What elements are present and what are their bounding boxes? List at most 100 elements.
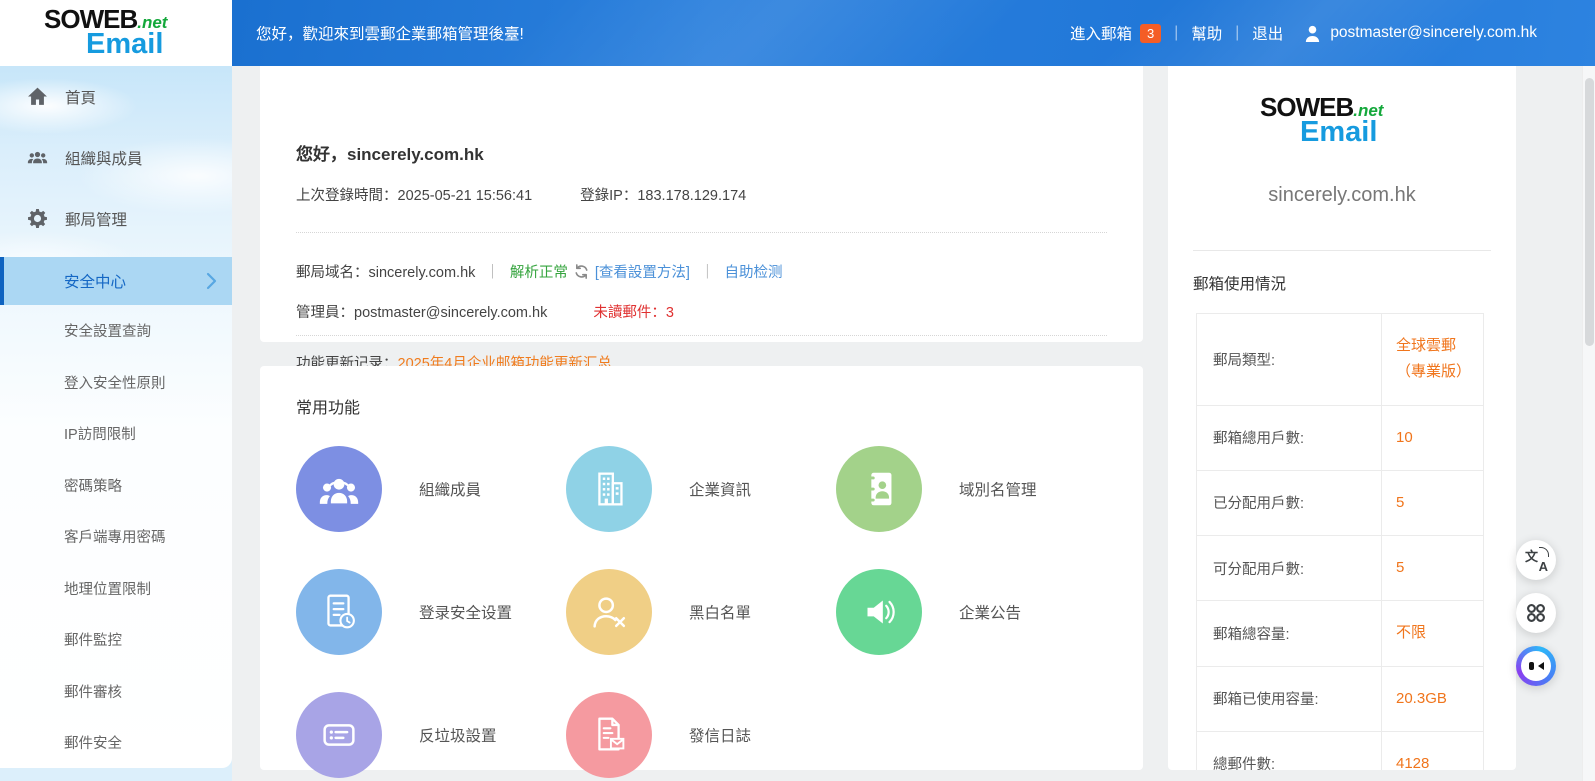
brand-logo: SOWEB.net Email bbox=[0, 0, 232, 66]
divider bbox=[296, 335, 1107, 336]
function-label: 組織成員 bbox=[419, 478, 481, 500]
refresh-icon[interactable] bbox=[574, 264, 589, 283]
usage-value: 5 bbox=[1382, 470, 1484, 535]
function-domain-alias[interactable]: 域別名管理 bbox=[836, 446, 1143, 532]
table-row: 可分配用戶數:5 bbox=[1197, 536, 1484, 601]
sidebar-item-label: 密碼策略 bbox=[64, 475, 122, 496]
antispam-icon bbox=[296, 692, 382, 778]
function-label: 企業資訊 bbox=[689, 478, 751, 500]
logo-text-email: Email bbox=[1168, 118, 1516, 148]
org-members-icon bbox=[296, 446, 382, 532]
sidebar-item-label: 安全設置查詢 bbox=[64, 320, 151, 341]
mailbox-count-badge: 3 bbox=[1140, 24, 1161, 43]
header-divider: | bbox=[1235, 24, 1239, 42]
function-label: 反垃圾設置 bbox=[419, 724, 497, 746]
apps-grid-button[interactable] bbox=[1516, 593, 1556, 633]
usage-label: 可分配用戶數: bbox=[1197, 536, 1382, 601]
sidebar-nav: 首頁 組織與成員 郵局管理 安全中心 安全設置查詢 登入安全性原則 IP訪問限制 bbox=[0, 66, 232, 768]
scrollbar-thumb[interactable] bbox=[1585, 78, 1594, 346]
usage-title: 郵箱使用情況 bbox=[1193, 272, 1286, 294]
table-row: 已分配用戶數:5 bbox=[1197, 470, 1484, 535]
function-announcement[interactable]: 企業公告 bbox=[836, 569, 1143, 655]
assistant-button[interactable] bbox=[1516, 646, 1556, 686]
domain-info-row: 郵局域名：sincerely.com.hk ｜ 解析正常 [查看設置方法] ｜ 自助检测 bbox=[296, 261, 782, 283]
account-menu[interactable]: postmaster@sincerely.com.hk bbox=[1303, 24, 1537, 43]
last-login-value: 2025-05-21 15:56:41 bbox=[398, 188, 533, 204]
sidebar-item-label: 郵件審核 bbox=[64, 681, 122, 702]
floating-buttons: 文 A bbox=[1516, 540, 1556, 686]
sidebar-item-label: 郵件安全 bbox=[64, 732, 122, 753]
self-check-link[interactable]: 自助检测 bbox=[724, 265, 782, 281]
function-company-info[interactable]: 企業資訊 bbox=[566, 446, 836, 532]
black-white-list-icon bbox=[566, 569, 652, 655]
usage-table: 郵局類型:全球雲郵（專業版） 郵箱總用戶數:10 已分配用戶數:5 可分配用戶數… bbox=[1196, 313, 1484, 770]
domain-value: sincerely.com.hk bbox=[369, 265, 476, 281]
translate-button[interactable]: 文 A bbox=[1516, 540, 1556, 580]
function-label: 登录安全设置 bbox=[419, 601, 512, 623]
enter-mailbox-link[interactable]: 進入郵箱 bbox=[1070, 22, 1132, 44]
function-antispam[interactable]: 反垃圾設置 bbox=[296, 692, 566, 778]
sidebar-item-ip-restriction[interactable]: IP訪問限制 bbox=[0, 408, 232, 460]
sidebar-item-security-center[interactable]: 安全中心 bbox=[0, 257, 232, 305]
sidebar-item-mail-admin[interactable]: 郵局管理 bbox=[0, 188, 232, 249]
usage-label: 郵局類型: bbox=[1197, 314, 1382, 406]
sidebar-item-org-members[interactable]: 組織與成員 bbox=[0, 127, 232, 188]
sidebar-item-mail-security[interactable]: 郵件安全 bbox=[0, 717, 232, 768]
function-label: 企業公告 bbox=[959, 601, 1021, 623]
chevron-right-icon bbox=[206, 272, 217, 290]
announcement-icon bbox=[836, 569, 922, 655]
view-setup-link[interactable]: [查看設置方法] bbox=[595, 265, 690, 281]
sidebar-item-label: 組織與成員 bbox=[65, 147, 143, 169]
usage-value: 不限 bbox=[1382, 601, 1484, 666]
sidebar-item-geo-restriction[interactable]: 地理位置限制 bbox=[0, 563, 232, 615]
admin-label: 管理員： bbox=[296, 305, 354, 321]
admin-info-row: 管理員：postmaster@sincerely.com.hk未讀郵件：3 bbox=[296, 301, 674, 322]
assistant-icon bbox=[1529, 662, 1534, 670]
send-log-icon bbox=[566, 692, 652, 778]
common-functions-card: 常用功能 組織成員 企業資訊 域別名管理 bbox=[260, 366, 1143, 770]
mail-admin-app: SOWEB.net Email 您好，歡迎來到雲郵企業郵箱管理後臺! 進入郵箱 … bbox=[0, 0, 1595, 781]
translate-icon-letter: A bbox=[1539, 559, 1548, 574]
domain-label: 郵局域名： bbox=[296, 265, 369, 281]
text-divider: ｜ bbox=[485, 265, 500, 281]
unread-mail-label: 未讀郵件： bbox=[593, 305, 666, 321]
usage-value: 20.3GB bbox=[1382, 666, 1484, 731]
sidebar-item-login-security-policy[interactable]: 登入安全性原則 bbox=[0, 357, 232, 409]
vertical-scrollbar[interactable] bbox=[1582, 66, 1595, 781]
functions-grid: 組織成員 企業資訊 域別名管理 登录安全设置 bbox=[296, 446, 1143, 778]
account-email: postmaster@sincerely.com.hk bbox=[1330, 24, 1537, 42]
usage-label: 已分配用戶數: bbox=[1197, 470, 1382, 535]
dns-status: 解析正常 bbox=[510, 265, 568, 281]
text-divider: ｜ bbox=[700, 265, 715, 281]
translate-icon-arc bbox=[1539, 547, 1549, 557]
function-org-members[interactable]: 組織成員 bbox=[296, 446, 566, 532]
common-functions-title: 常用功能 bbox=[296, 394, 360, 418]
usage-value: 4128 bbox=[1382, 731, 1484, 770]
help-link[interactable]: 幫助 bbox=[1191, 22, 1222, 44]
logout-link[interactable]: 退出 bbox=[1252, 22, 1283, 44]
sidebar-item-home[interactable]: 首頁 bbox=[0, 66, 232, 127]
login-ip-value: 183.178.129.174 bbox=[637, 188, 746, 204]
translate-icon: 文 bbox=[1525, 546, 1538, 565]
sidebar-item-password-policy[interactable]: 密碼策略 bbox=[0, 460, 232, 512]
function-black-white-list[interactable]: 黑白名單 bbox=[566, 569, 836, 655]
greeting-title: 您好，sincerely.com.hk bbox=[296, 140, 484, 165]
table-row: 郵箱總用戶數:10 bbox=[1197, 405, 1484, 470]
function-login-security[interactable]: 登录安全设置 bbox=[296, 569, 566, 655]
sidebar-item-label: 地理位置限制 bbox=[64, 578, 151, 599]
apps-grid-icon bbox=[1524, 601, 1548, 625]
divider bbox=[296, 232, 1107, 233]
sidebar-item-label: 郵局管理 bbox=[65, 208, 127, 230]
sidebar-item-client-password[interactable]: 客戶端專用密碼 bbox=[0, 511, 232, 563]
table-row: 總郵件數:4128 bbox=[1197, 731, 1484, 770]
mailbox-usage-panel: SOWEB.net Email sincerely.com.hk 郵箱使用情況 … bbox=[1168, 62, 1516, 770]
home-icon bbox=[27, 86, 48, 107]
login-ip-label: 登錄IP： bbox=[580, 188, 637, 204]
sidebar-item-security-settings-query[interactable]: 安全設置查詢 bbox=[0, 305, 232, 357]
top-header-bar: 您好，歡迎來到雲郵企業郵箱管理後臺! 進入郵箱 3 | 幫助 | 退出 post… bbox=[232, 0, 1595, 66]
function-send-log[interactable]: 發信日誌 bbox=[566, 692, 836, 778]
usage-label: 郵箱總容量: bbox=[1197, 601, 1382, 666]
sidebar-item-mail-monitor[interactable]: 郵件監控 bbox=[0, 614, 232, 666]
sidebar-item-mail-audit[interactable]: 郵件審核 bbox=[0, 666, 232, 718]
panel-domain-name: sincerely.com.hk bbox=[1168, 184, 1516, 207]
